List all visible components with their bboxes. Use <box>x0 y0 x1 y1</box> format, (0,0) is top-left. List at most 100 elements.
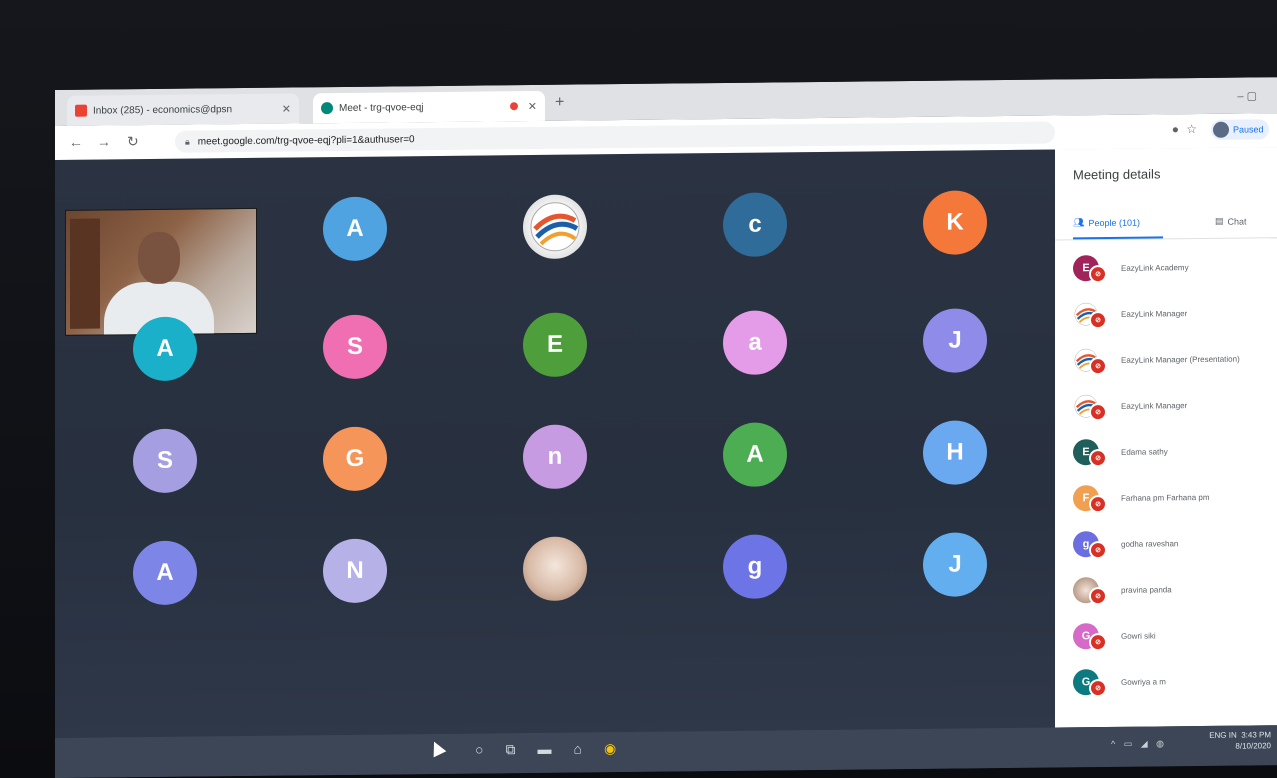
file-explorer-icon[interactable]: ▬ <box>537 741 551 758</box>
chat-icon: ▤ <box>1215 215 1224 226</box>
task-view-icon[interactable]: ⧉ <box>505 741 515 758</box>
participant-name: Farhana pm Farhana pm <box>1121 492 1210 503</box>
url-field[interactable]: 🔒︎ meet.google.com/trg-qvoe-eqj?pli=1&au… <box>175 121 1055 153</box>
avatar: ⊘ <box>1073 347 1107 376</box>
avatar: E ⊘ <box>1073 439 1107 468</box>
tab-chat[interactable]: ▤ Chat <box>1215 216 1247 227</box>
panel-title: Meeting details <box>1073 166 1161 183</box>
participant-avatar[interactable]: g <box>723 534 787 600</box>
lock-icon: 🔒︎ <box>185 136 190 147</box>
participant-avatar[interactable]: A <box>133 316 197 382</box>
participant-avatar[interactable]: A <box>723 422 787 488</box>
avatar: E ⊘ <box>1073 255 1107 284</box>
people-icon: 👥︎ <box>1073 217 1085 228</box>
avatar: ⊘ <box>1073 393 1107 422</box>
mic-off-icon: ⊘ <box>1089 540 1107 560</box>
list-item[interactable]: G ⊘ Gowriya a m <box>1073 657 1273 705</box>
mic-off-icon: ⊘ <box>1089 356 1107 376</box>
people-list: E ⊘ EazyLink Academy ⊘ EazyLink Manager ⊘ Eazy… <box>1073 243 1273 705</box>
mic-off-icon: ⊘ <box>1089 678 1107 698</box>
key-icon[interactable]: ● <box>1172 122 1179 136</box>
participant-name: pravina panda <box>1121 584 1172 595</box>
star-icon[interactable]: ☆ <box>1186 122 1197 136</box>
avatar: G ⊘ <box>1073 623 1107 652</box>
list-item[interactable]: g ⊘ godha raveshan <box>1073 519 1273 567</box>
taskbar-icons: ○ ⧉ ▬ ⌂ ◉ <box>475 740 616 758</box>
avatar: g ⊘ <box>1073 531 1107 560</box>
participant-name: EazyLink Manager <box>1121 308 1188 319</box>
tab-people[interactable]: 👥︎ People (101) <box>1073 217 1140 229</box>
participant-avatar[interactable]: G <box>323 426 387 492</box>
tab-gmail[interactable]: Inbox (285) - economics@dpsn ✕ <box>67 93 299 126</box>
list-item[interactable]: ⊘ EazyLink Manager <box>1073 289 1273 337</box>
mic-off-icon: ⊘ <box>1089 586 1107 606</box>
participant-avatar[interactable]: H <box>923 420 987 485</box>
chat-tab-label: Chat <box>1227 216 1247 227</box>
participant-avatar[interactable]: a <box>723 310 787 376</box>
avatar: ⊘ <box>1073 301 1107 330</box>
video-person-head <box>138 231 180 285</box>
mic-off-icon: ⊘ <box>1089 402 1107 422</box>
reload-icon[interactable]: ↻ <box>127 133 139 150</box>
participant-avatar[interactable]: S <box>133 428 197 494</box>
store-icon[interactable]: ⌂ <box>573 740 581 757</box>
participant-avatar[interactable]: N <box>323 538 387 604</box>
participant-avatar[interactable]: E <box>523 312 587 378</box>
video-background <box>70 218 100 329</box>
list-item[interactable]: G ⊘ Gowri siki <box>1073 611 1273 659</box>
participant-name: godha raveshan <box>1121 538 1179 549</box>
list-item[interactable]: ⊘ EazyLink Manager (Presentation) <box>1073 335 1273 383</box>
system-clock[interactable]: ENG IN 3:43 PM 8/10/2020 <box>1209 729 1271 752</box>
participant-avatar[interactable]: A <box>133 540 197 606</box>
list-item[interactable]: ⊘ EazyLink Manager <box>1073 381 1273 429</box>
participant-name: Gowriya a m <box>1121 676 1166 687</box>
forward-icon[interactable]: → <box>97 133 111 149</box>
participant-avatar[interactable]: K <box>923 190 987 255</box>
people-tab-label: People (101) <box>1088 217 1140 228</box>
list-item[interactable]: E ⊘ Edama sathy <box>1073 427 1273 475</box>
chrome-icon[interactable]: ◉ <box>604 740 616 757</box>
gmail-icon <box>75 104 87 117</box>
recording-icon <box>509 102 518 111</box>
list-item[interactable]: E ⊘ EazyLink Academy <box>1073 243 1273 291</box>
tab-meet[interactable]: Meet - trg-qvoe-eqj ✕ <box>313 90 545 124</box>
participant-avatar[interactable]: J <box>923 308 987 373</box>
participant-logo-avatar[interactable] <box>523 194 587 260</box>
back-icon[interactable]: ← <box>69 134 83 150</box>
avatar <box>1213 121 1229 138</box>
participant-name: EazyLink Academy <box>1121 262 1189 273</box>
participant-photo-avatar[interactable] <box>523 536 587 602</box>
participant-name: EazyLink Manager <box>1121 400 1188 411</box>
clock-time: 3:43 PM <box>1241 730 1271 740</box>
participant-avatar[interactable]: c <box>723 192 787 258</box>
tab-title: Meet - trg-qvoe-eqj <box>339 101 424 114</box>
tab-indicator <box>1073 236 1163 240</box>
close-icon[interactable]: ✕ <box>282 102 291 115</box>
participant-name: Gowri siki <box>1121 630 1156 641</box>
close-icon[interactable]: ✕ <box>528 99 537 112</box>
url-text: meet.google.com/trg-qvoe-eqj?pli=1&authu… <box>197 133 415 148</box>
meet-icon <box>321 102 333 115</box>
clock-date: 8/10/2020 <box>1235 741 1271 751</box>
avatar: G ⊘ <box>1073 669 1107 698</box>
participant-avatar[interactable]: S <box>323 314 387 380</box>
tray-icons[interactable]: ^ ▭ ◢ ◍ <box>1111 738 1167 750</box>
mic-off-icon: ⊘ <box>1089 632 1107 652</box>
screen: Inbox (285) - economics@dpsn ✕ Meet - tr… <box>55 77 1277 778</box>
list-item[interactable]: F ⊘ Farhana pm Farhana pm <box>1073 473 1273 521</box>
mic-off-icon: ⊘ <box>1089 310 1107 330</box>
participant-avatar[interactable]: n <box>523 424 587 490</box>
new-tab-button[interactable]: + <box>555 94 564 112</box>
participant-avatar[interactable]: J <box>923 532 987 597</box>
profile-label: Paused <box>1233 124 1264 135</box>
profile-button[interactable]: Paused <box>1211 119 1269 140</box>
participant-avatar[interactable]: A <box>323 196 387 262</box>
participant-name: Edama sathy <box>1121 446 1168 457</box>
panel-tabs: 👥︎ People (101) ▤ Chat <box>1055 209 1277 241</box>
list-item[interactable]: ⊘ pravina panda <box>1073 565 1273 613</box>
participant-name: EazyLink Manager (Presentation) <box>1121 354 1240 365</box>
meeting-grid: AcKASEaJSGnAHANgJ <box>55 149 1055 778</box>
window-controls[interactable]: – ▢ <box>1237 89 1257 102</box>
mic-off-icon: ⊘ <box>1089 264 1107 284</box>
search-icon[interactable]: ○ <box>475 742 483 759</box>
